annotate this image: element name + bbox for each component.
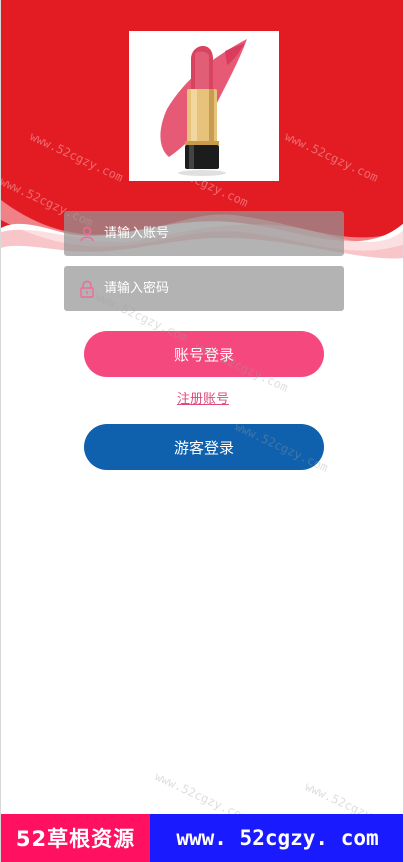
user-icon [80, 226, 94, 241]
banner-left-text: 52草根资源 [1, 814, 150, 862]
lipstick-icon [160, 39, 247, 176]
lipstick-image [129, 31, 279, 181]
account-field[interactable] [64, 211, 344, 256]
login-page: www.52cgzy.com www.52cgzy.com www.52cgzy… [0, 0, 404, 862]
register-link[interactable]: 注册账号 [1, 388, 403, 407]
password-field[interactable] [64, 266, 344, 311]
site-banner: 52草根资源 www. 52cgzy. com [1, 814, 403, 862]
account-login-button[interactable]: 账号登录 [84, 331, 324, 377]
guest-login-button[interactable]: 游客登录 [84, 424, 324, 470]
password-input[interactable] [104, 281, 304, 296]
lock-icon [80, 280, 94, 298]
banner-right-text: www. 52cgzy. com [150, 814, 403, 862]
account-input[interactable] [104, 226, 304, 241]
